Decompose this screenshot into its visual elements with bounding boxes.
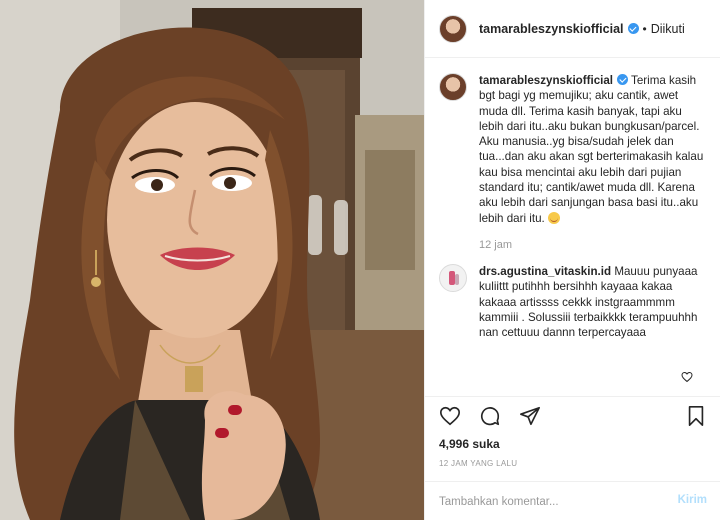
commenter-username[interactable]: drs.agustina_vitaskin.id [479, 265, 611, 278]
comment-item: drs.agustina_vitaskin.id Mauuu punyaaa k… [439, 263, 705, 340]
separator-dot: • [642, 21, 647, 36]
send-button[interactable]: Kirim [678, 494, 707, 506]
caption-username[interactable]: tamarableszynskiofficial [479, 74, 613, 87]
bookmark-icon [688, 406, 704, 426]
actions-panel: 4,996 suka 12 JAM YANG LALU Kirim [425, 396, 720, 520]
share-button[interactable] [517, 403, 543, 429]
comment-body: drs.agustina_vitaskin.id Mauuu punyaaa k… [479, 264, 699, 340]
selfie-illustration [0, 0, 424, 520]
follow-status-button[interactable]: Diikuti [651, 22, 685, 36]
likes-count[interactable]: 4,996 suka [439, 437, 500, 451]
smiling-face-with-hearts-emoji-icon [547, 211, 560, 224]
comment-input[interactable] [439, 492, 659, 512]
commenter-avatar[interactable] [439, 263, 467, 292]
caption-author-avatar[interactable] [439, 73, 467, 101]
caption: tamarableszynskiofficial Terima kasih bg… [439, 73, 705, 226]
verified-badge-icon [627, 22, 639, 34]
action-icons [437, 403, 543, 429]
author-avatar[interactable] [439, 14, 467, 43]
comment-button[interactable] [477, 403, 503, 429]
add-comment-bar: Kirim [425, 481, 720, 520]
caption-body: tamarableszynskiofficial Terima kasih bg… [479, 73, 705, 226]
caption-text: Terima kasih bgt bagi yg memujiku; aku c… [479, 74, 704, 225]
share-icon [520, 406, 540, 426]
author-username[interactable]: tamarableszynskiofficial [479, 22, 639, 36]
comments-section[interactable]: tamarableszynskiofficial Terima kasih bg… [425, 59, 720, 396]
post-sidebar: tamarableszynskiofficial • Diikuti tamar… [424, 0, 720, 520]
post-header: tamarableszynskiofficial • Diikuti [425, 0, 720, 58]
caption-verified-badge-icon [617, 74, 629, 85]
like-button[interactable] [437, 403, 463, 429]
heart-icon [440, 406, 460, 426]
save-button[interactable] [683, 403, 709, 429]
author-username-text[interactable]: tamarableszynskiofficial [479, 22, 624, 36]
post-age[interactable]: 12 JAM YANG LALU [439, 459, 517, 468]
caption-timestamp[interactable]: 12 jam [479, 239, 705, 251]
comment-icon [480, 407, 500, 426]
small-heart-icon[interactable] [681, 371, 693, 383]
post-photo[interactable] [0, 0, 424, 520]
